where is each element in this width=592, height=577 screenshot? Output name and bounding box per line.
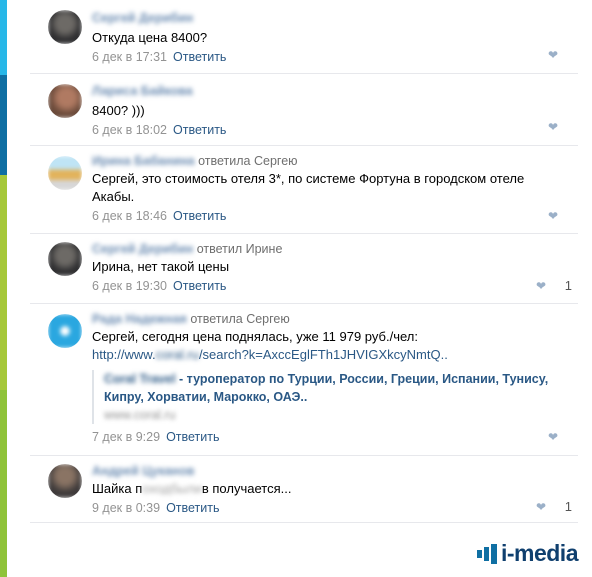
comment-meta: 6 дек в 19:30 Ответить [92,279,558,294]
like-count: 1 [564,278,572,293]
comment-feed: Сергей Дерибин Откуда цена 8400? 6 дек в… [30,0,578,523]
side-stripe-cyan [0,0,7,75]
heart-icon[interactable]: ❤ [536,279,546,293]
comment-text-start: Шайка п [92,481,143,496]
comment-text: 8400? ))) [92,103,145,118]
comment-item: Рада Надежная ответила Сергею Сергей, се… [30,304,578,456]
link-preview-card[interactable]: Coral Travel - туроператор по Турции, Ро… [92,370,558,424]
author-name[interactable]: Рада Надежная [92,312,187,326]
heart-icon[interactable]: ❤ [548,48,558,62]
link-domain[interactable]: coral.ru [156,347,199,362]
comment-body: Рада Надежная ответила Сергею Сергей, се… [92,312,558,445]
card-name[interactable]: Coral Travel [104,372,176,386]
author-line: Лариса Байкова [92,84,558,99]
comment-text: Шайка походбылив получается... [92,480,558,498]
brand-logo: i-media [476,540,579,567]
comment-item: Андрей Цуканов Шайка походбылив получает… [30,456,578,523]
author-name[interactable]: Ирина Бабанина [92,154,195,168]
reply-button[interactable]: Ответить [166,501,219,515]
link-rest[interactable]: /search?k=AxccEglFTh1JHVIGXkcyNmtQ.. [199,347,448,362]
card-site[interactable]: www.coral.ru [104,406,558,424]
comment-text-hidden: оходбыли [142,481,202,496]
comment-item: Ирина Бабанина ответила Сергею Сергей, э… [30,146,578,234]
side-stripe-green [0,175,7,390]
comment-date[interactable]: 6 дек в 19:30 [92,279,167,293]
avatar[interactable] [48,84,82,118]
heart-icon[interactable]: ❤ [548,209,558,223]
avatar[interactable] [48,10,82,44]
reply-button[interactable]: Ответить [166,430,219,444]
reply-to[interactable]: ответила Сергею [198,154,297,168]
comment-body: Ирина Бабанина ответила Сергею Сергей, э… [92,154,558,224]
author-line: Рада Надежная ответила Сергею [92,312,558,327]
reply-button[interactable]: Ответить [173,123,226,137]
reply-button[interactable]: Ответить [173,209,226,223]
author-line: Сергей Дерибин ответил Ирине [92,242,558,257]
side-stripe-blue [0,75,7,175]
comment-text-end: в получается... [201,481,292,496]
comment-date[interactable]: 9 дек в 0:39 [92,501,160,515]
comment-meta: 9 дек в 0:39 Ответить [92,501,558,516]
comment-text: Сергей, сегодня цена поднялась, уже 11 9… [92,329,418,344]
heart-icon[interactable]: ❤ [536,500,546,514]
reply-button[interactable]: Ответить [173,279,226,293]
avatar[interactable] [48,464,82,498]
comment-body: Сергей Дерибин Откуда цена 8400? 6 дек в… [92,11,558,65]
comment-text: Ирина, нет такой цены [92,259,230,274]
comment-body: Андрей Цуканов Шайка походбылив получает… [92,464,558,516]
avatar[interactable] [48,156,82,190]
reply-to[interactable]: ответила Сергею [190,312,289,326]
author-name[interactable]: Андрей Цуканов [92,464,194,478]
logo-mark-icon [476,543,497,564]
comment-text: Сергей, это стоимость отеля 3*, по систе… [92,171,525,204]
comment-meta: 6 дек в 18:46 Ответить [92,209,558,224]
comment-text: Откуда цена 8400? [92,30,208,45]
comment-body: Лариса Байкова 8400? ))) 6 дек в 18:02 От… [92,84,558,138]
heart-icon[interactable]: ❤ [548,430,558,444]
comment-meta: 6 дек в 18:02 Ответить [92,123,558,138]
author-line: Сергей Дерибин [92,11,558,26]
author-line: Андрей Цуканов [92,464,558,479]
comment-item: Сергей Дерибин Откуда цена 8400? 6 дек в… [30,0,578,74]
link-prefix[interactable]: http://www. [92,347,156,362]
comment-item: Лариса Байкова 8400? ))) 6 дек в 18:02 От… [30,74,578,146]
comment-link[interactable]: http://www.coral.ru/search?k=AxccEglFTh1… [92,346,558,364]
author-name[interactable]: Сергей Дерибин [92,11,193,25]
reply-button[interactable]: Ответить [173,50,226,64]
comment-item: Сергей Дерибин ответил Ирине Ирина, нет … [30,234,578,304]
brand-name: i-media [500,540,579,566]
author-name[interactable]: Лариса Байкова [92,84,193,98]
avatar[interactable] [48,314,82,348]
comment-date[interactable]: 7 дек в 9:29 [92,430,160,444]
comment-date[interactable]: 6 дек в 18:46 [92,209,167,223]
comment-date[interactable]: 6 дек в 18:02 [92,123,167,137]
heart-icon[interactable]: ❤ [548,120,558,134]
comment-meta: 6 дек в 17:31 Ответить [92,50,558,65]
avatar[interactable] [48,242,82,276]
comment-meta: 7 дек в 9:29 Ответить [92,430,558,445]
comment-body: Сергей Дерибин ответил Ирине Ирина, нет … [92,242,558,294]
author-line: Ирина Бабанина ответила Сергею [92,154,558,169]
reply-to[interactable]: ответил Ирине [197,242,283,256]
like-count: 1 [564,499,572,514]
author-name[interactable]: Сергей Дерибин [92,242,193,256]
side-stripe-lime [0,390,7,577]
comment-date[interactable]: 6 дек в 17:31 [92,50,167,64]
